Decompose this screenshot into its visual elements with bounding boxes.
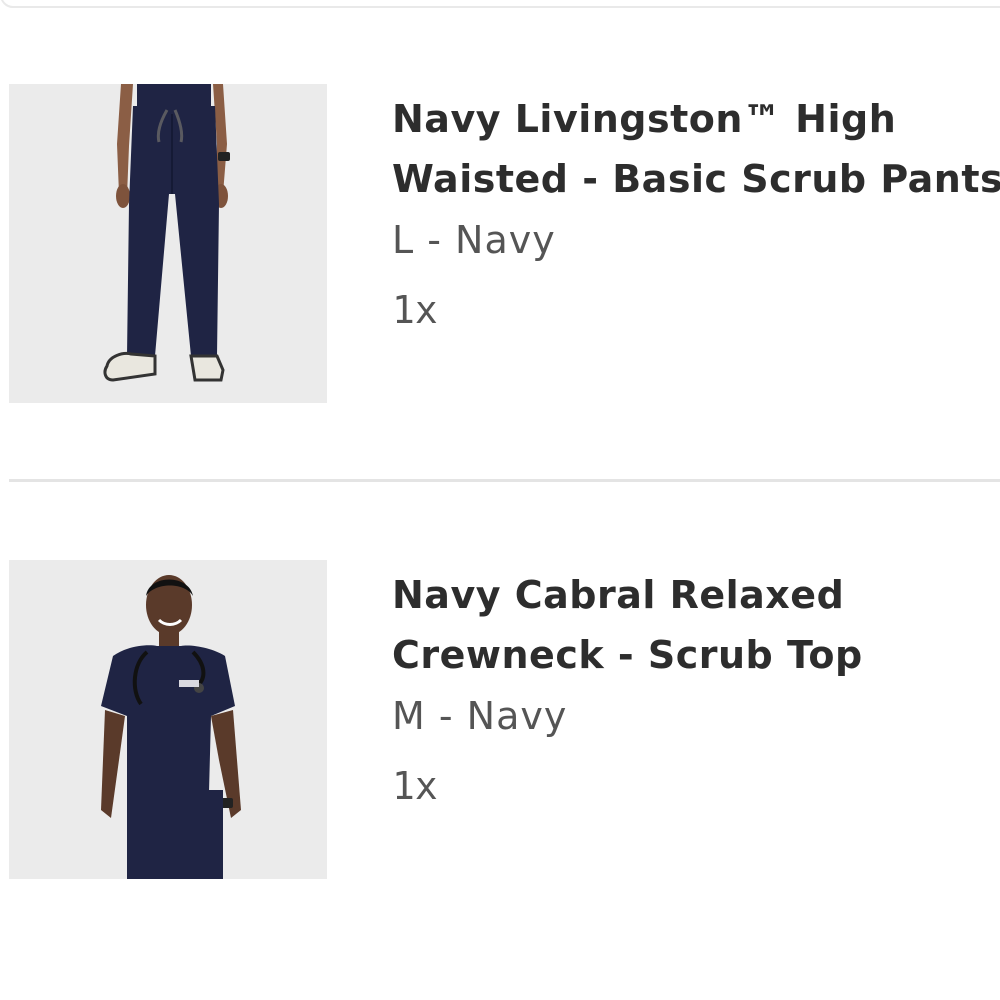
product-variant: M - Navy xyxy=(392,694,568,738)
product-quantity: 1x xyxy=(392,288,438,332)
scrub-pants-photo-icon xyxy=(9,84,327,403)
product-image-scrub-top[interactable] xyxy=(9,560,327,879)
product-quantity: 1x xyxy=(392,764,438,808)
cart-item-details: Navy Cabral Relaxed Crewneck - Scrub Top… xyxy=(392,560,1000,811)
product-name[interactable]: Navy Cabral Relaxed Crewneck - Scrub Top xyxy=(392,560,1000,685)
product-name[interactable]: Navy Livingston™ High Waisted - Basic Sc… xyxy=(392,84,1000,209)
product-name-line: Navy Cabral Relaxed xyxy=(392,573,845,617)
cart-item[interactable]: Navy Livingston™ High Waisted - Basic Sc… xyxy=(9,84,1000,404)
product-variant: L - Navy xyxy=(392,218,556,262)
order-items-page: Navy Livingston™ High Waisted - Basic Sc… xyxy=(0,0,1000,1000)
product-image-scrub-pants[interactable] xyxy=(9,84,327,403)
scrub-top-photo-icon xyxy=(9,560,327,879)
previous-section-card-edge xyxy=(0,0,1000,8)
product-name-line: Navy Livingston™ High xyxy=(392,97,897,141)
product-name-line: Waisted - Basic Scrub Pants xyxy=(392,157,1000,201)
item-divider xyxy=(9,479,1000,482)
cart-item-details: Navy Livingston™ High Waisted - Basic Sc… xyxy=(392,84,1000,335)
product-name-line: Crewneck - Scrub Top xyxy=(392,633,863,677)
cart-item[interactable]: Navy Cabral Relaxed Crewneck - Scrub Top… xyxy=(9,560,1000,880)
